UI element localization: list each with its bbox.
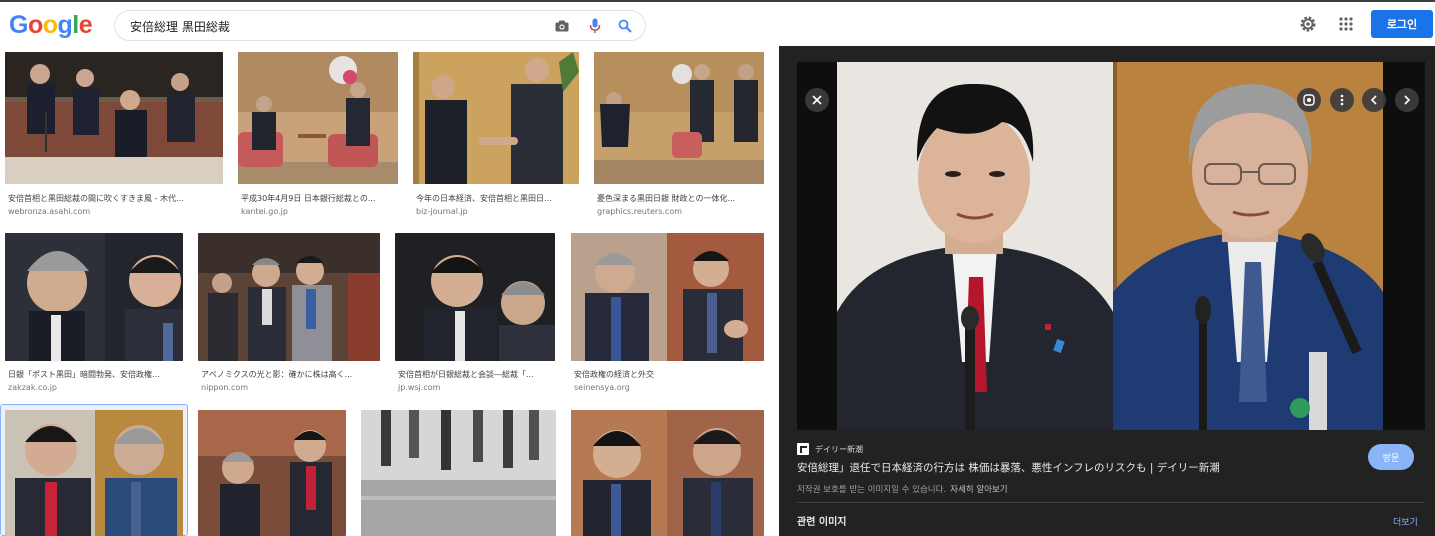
result-thumbnail[interactable] bbox=[361, 410, 556, 536]
site-name[interactable]: デイリー新潮 bbox=[815, 444, 863, 455]
result-source: graphics.reuters.com bbox=[597, 207, 682, 216]
result-tile[interactable] bbox=[5, 410, 183, 536]
result-tile[interactable] bbox=[571, 410, 764, 536]
result-source: zakzak.co.jp bbox=[8, 383, 58, 392]
top-bar: Google 로그인 bbox=[0, 0, 1435, 46]
apps-grid-icon[interactable] bbox=[1335, 13, 1357, 35]
site-favicon-icon bbox=[797, 440, 809, 459]
image-preview-panel: デイリー新潮 安倍総理」退任で日本経済の行方は 株価は暴落、悪性インフレのリスク… bbox=[779, 46, 1435, 536]
more-vert-icon[interactable] bbox=[1330, 88, 1354, 112]
result-caption[interactable]: 今年の日本経済、安倍首相と黒田日... bbox=[416, 193, 576, 204]
search-input[interactable] bbox=[130, 15, 530, 37]
related-images-heading: 관련 이미지 bbox=[797, 517, 847, 528]
result-source: biz-journal.jp bbox=[416, 207, 468, 216]
result-tile[interactable]: アベノミクスの光と影：確かに株は高く... nippon.com bbox=[198, 233, 380, 395]
result-caption[interactable]: 憂色深まる黒田日銀 財政との一体化... bbox=[597, 193, 762, 204]
source-site[interactable]: デイリー新潮 bbox=[797, 442, 863, 456]
result-thumbnail[interactable] bbox=[413, 52, 579, 184]
gear-icon[interactable] bbox=[1297, 13, 1319, 35]
result-caption[interactable]: 平成30年4月9日 日本銀行総裁との... bbox=[241, 193, 396, 204]
result-tile[interactable]: 今年の日本経済、安倍首相と黒田日... biz-journal.jp bbox=[413, 52, 579, 222]
close-icon[interactable] bbox=[805, 88, 829, 112]
google-logo[interactable]: Google bbox=[9, 11, 93, 40]
preview-image[interactable] bbox=[797, 62, 1425, 430]
copyright-text: 저작권 보호를 받는 이미지일 수 있습니다. bbox=[797, 485, 947, 495]
result-thumbnail[interactable] bbox=[5, 233, 183, 361]
chevron-right-icon[interactable] bbox=[1395, 88, 1419, 112]
result-caption[interactable]: 安倍首相と黒田総裁の間に吹くすきま風 - 木代... bbox=[8, 193, 220, 204]
result-tile[interactable]: 平成30年4月9日 日本銀行総裁との... kantei.go.jp bbox=[238, 52, 398, 222]
result-tile[interactable]: 安倍首相が日銀総裁と会談―総裁「... jp.wsj.com bbox=[395, 233, 555, 395]
camera-icon[interactable] bbox=[553, 17, 571, 35]
result-source: jp.wsj.com bbox=[398, 383, 441, 392]
result-caption[interactable]: 日銀「ポスト黒田」暗闘勃発、安倍政権... bbox=[8, 369, 183, 380]
result-thumbnail[interactable] bbox=[238, 52, 398, 184]
result-tile[interactable]: 安倍首相と黒田総裁の間に吹くすきま風 - 木代... webronza.asah… bbox=[5, 52, 223, 222]
copyright-notice: 저작권 보호를 받는 이미지일 수 있습니다. 자세히 알아보기 bbox=[797, 483, 1008, 495]
lens-icon[interactable] bbox=[1297, 88, 1321, 112]
result-source: webronza.asahi.com bbox=[8, 207, 91, 216]
result-caption[interactable]: 安倍首相が日銀総裁と会談―総裁「... bbox=[398, 369, 555, 380]
result-tile[interactable]: 憂色深まる黒田日銀 財政との一体化... graphics.reuters.co… bbox=[594, 52, 764, 222]
result-caption[interactable]: 安倍政権の経済と外交 bbox=[574, 369, 764, 380]
search-box bbox=[114, 10, 646, 41]
mic-icon[interactable] bbox=[586, 17, 604, 35]
login-button[interactable]: 로그인 bbox=[1371, 10, 1433, 38]
result-thumbnail[interactable] bbox=[571, 410, 764, 536]
result-thumbnail[interactable] bbox=[395, 233, 555, 361]
result-tile[interactable]: 日銀「ポスト黒田」暗闘勃発、安倍政権... zakzak.co.jp bbox=[5, 233, 183, 395]
result-thumbnail[interactable] bbox=[5, 410, 183, 536]
image-results-grid: 安倍首相と黒田総裁の間に吹くすきま風 - 木代... webronza.asah… bbox=[0, 46, 779, 536]
result-source: seinensya.org bbox=[574, 383, 630, 392]
visit-button[interactable]: 방문 bbox=[1368, 444, 1414, 470]
result-tile[interactable]: 安倍政権の経済と外交 seinensya.org bbox=[571, 233, 764, 395]
result-thumbnail[interactable] bbox=[594, 52, 764, 184]
result-caption[interactable]: アベノミクスの光と影：確かに株は高く... bbox=[201, 369, 379, 380]
result-source: kantei.go.jp bbox=[241, 207, 288, 216]
learn-more-link[interactable]: 자세히 알아보기 bbox=[950, 485, 1007, 495]
result-tile[interactable] bbox=[361, 410, 556, 536]
more-link[interactable]: 더보기 bbox=[1393, 515, 1418, 528]
result-thumbnail[interactable] bbox=[198, 410, 346, 536]
result-thumbnail[interactable] bbox=[5, 52, 223, 184]
result-thumbnail[interactable] bbox=[571, 233, 764, 361]
divider bbox=[797, 502, 1425, 503]
result-thumbnail[interactable] bbox=[198, 233, 380, 361]
result-source: nippon.com bbox=[201, 383, 249, 392]
chevron-left-icon[interactable] bbox=[1362, 88, 1386, 112]
result-tile[interactable] bbox=[198, 410, 346, 536]
preview-title[interactable]: 安倍総理」退任で日本経済の行方は 株価は暴落、悪性インフレのリスクも | デイリ… bbox=[797, 460, 1317, 475]
search-icon[interactable] bbox=[616, 17, 634, 35]
